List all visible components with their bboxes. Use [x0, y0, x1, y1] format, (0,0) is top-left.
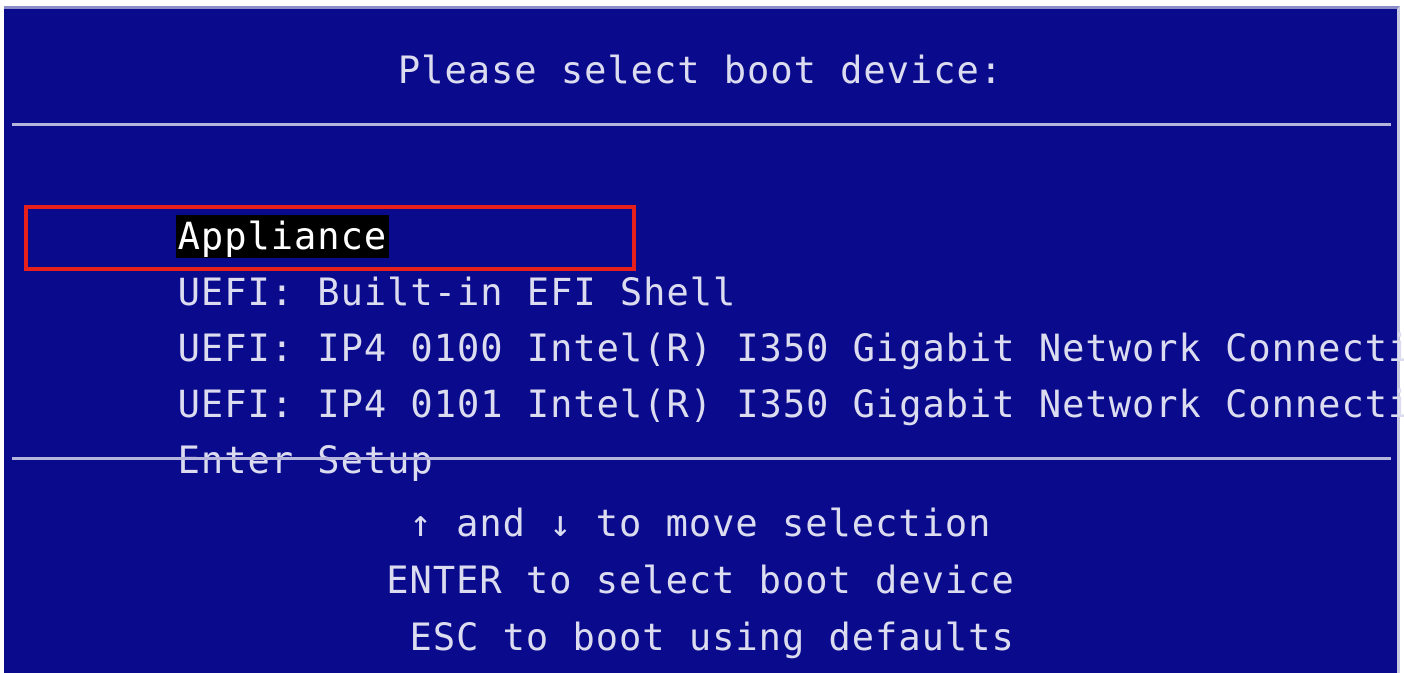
- help-text: ↑ and ↓ to move selection ENTER to selec…: [4, 495, 1397, 666]
- boot-option-label: UEFI: Built-in EFI Shell: [177, 271, 737, 314]
- help-enter-select: ENTER to select boot device: [386, 559, 1015, 602]
- boot-option-label: Enter Setup: [177, 439, 434, 482]
- help-esc-defaults: ESC to boot using defaults: [386, 616, 1015, 659]
- divider-bottom: [12, 457, 1391, 460]
- divider-top: [12, 123, 1391, 126]
- boot-menu-screen: Please select boot device: Appliance UEF…: [4, 6, 1404, 673]
- boot-option-label: Appliance: [175, 215, 390, 258]
- page-title: Please select boot device:: [397, 49, 1004, 92]
- boot-option-appliance[interactable]: Appliance: [36, 159, 1404, 258]
- boot-device-list: Appliance UEFI: Built-in EFI Shell UEFI:…: [36, 159, 1404, 482]
- help-move-selection: ↑ and ↓ to move selection: [409, 502, 992, 545]
- boot-option-label: UEFI: IP4 0100 Intel(R) I350 Gigabit Net…: [177, 327, 1404, 370]
- boot-option-label: UEFI: IP4 0101 Intel(R) I350 Gigabit Net…: [177, 383, 1404, 426]
